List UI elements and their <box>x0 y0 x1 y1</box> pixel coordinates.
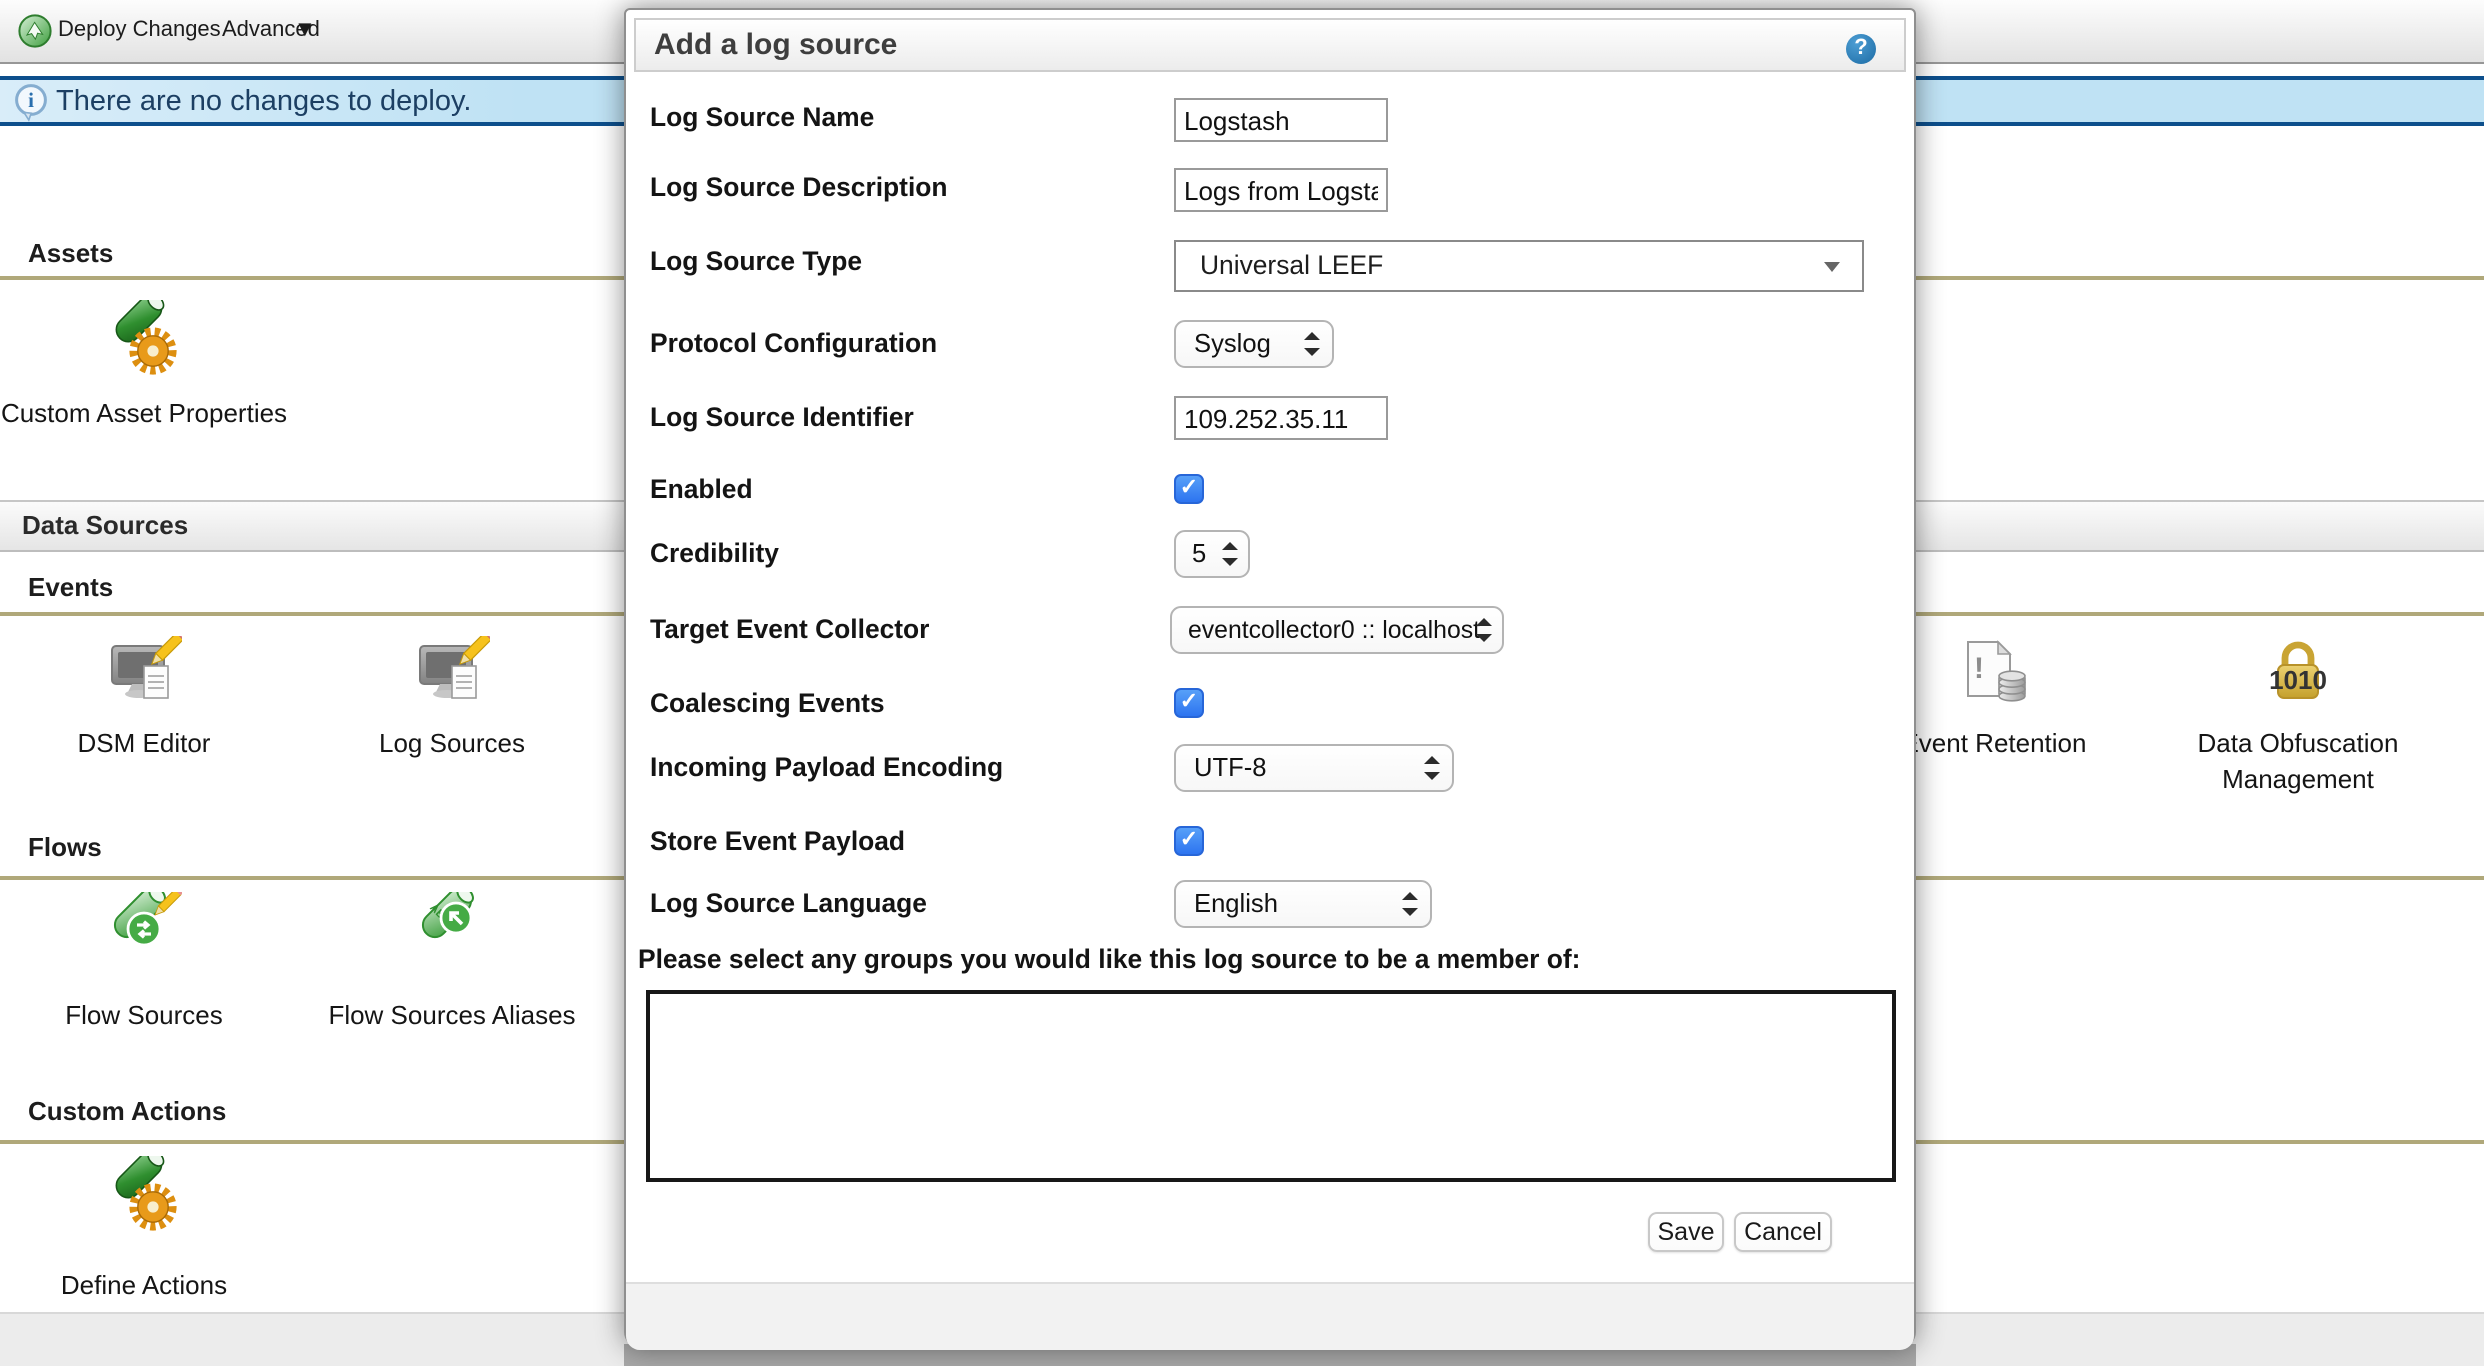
select-stepper-icon <box>1402 890 1418 918</box>
svg-text:!: ! <box>1974 652 1984 685</box>
tile-flow-sources[interactable]: Flow Sources <box>0 892 314 1034</box>
select-value: English <box>1194 882 1278 926</box>
tile-dsm-editor[interactable]: DSM Editor <box>0 636 314 762</box>
tile-define-actions[interactable]: Define Actions <box>0 1156 314 1304</box>
field-label-incoming-payload-encoding: Incoming Payload Encoding <box>650 752 1003 784</box>
padlock-binary-icon: 1010 <box>2178 636 2418 722</box>
svg-text:1010: 1010 <box>2269 665 2327 695</box>
tile-label: Log Sources <box>282 726 622 762</box>
scroll-gear-icon <box>0 300 314 386</box>
select-value: UTF-8 <box>1194 746 1267 790</box>
section-title-flows: Flows <box>28 832 102 864</box>
select-value: 5 <box>1192 532 1206 576</box>
notice-text: There are no changes to deploy. <box>56 82 471 124</box>
log-source-language-select[interactable]: English <box>1174 880 1432 928</box>
select-value: eventcollector0 :: localhost <box>1188 608 1480 652</box>
tile-label: Flow Sources Aliases <box>282 998 622 1034</box>
save-button[interactable]: Save <box>1648 1212 1724 1252</box>
tile-label: Flow Sources <box>0 998 314 1034</box>
log-source-description-input[interactable] <box>1174 168 1388 212</box>
check-icon: ✓ <box>1180 476 1198 500</box>
tile-log-sources[interactable]: Log Sources <box>282 636 622 762</box>
cancel-button[interactable]: Cancel <box>1734 1212 1832 1252</box>
section-title-events: Events <box>28 572 113 604</box>
field-label-log-source-description: Log Source Description <box>650 172 948 204</box>
field-label-coalescing-events: Coalescing Events <box>650 688 885 720</box>
field-label-target-event-collector: Target Event Collector <box>650 614 929 646</box>
chevron-down-icon <box>1824 262 1840 272</box>
section-title-data-sources: Data Sources <box>22 510 188 540</box>
dialog-footer <box>626 1282 1914 1350</box>
section-title-custom-actions: Custom Actions <box>28 1096 226 1128</box>
deploy-changes-button[interactable]: Deploy Changes <box>58 0 221 62</box>
add-log-source-dialog: Add a log source ? Log Source Name Log S… <box>624 8 1916 1348</box>
monitor-pencil-icon <box>282 636 622 722</box>
credibility-select[interactable]: 5 <box>1174 530 1250 578</box>
store-event-payload-checkbox[interactable]: ✓ <box>1174 826 1204 856</box>
monitor-pencil-icon <box>0 636 314 722</box>
field-label-protocol-configuration: Protocol Configuration <box>650 328 937 360</box>
tile-label: Custom Asset Properties <box>0 396 314 432</box>
check-icon: ✓ <box>1180 828 1198 852</box>
check-icon: ✓ <box>1180 690 1198 714</box>
protocol-configuration-select[interactable]: Syslog <box>1174 320 1334 368</box>
tile-label: Define Actions <box>0 1268 314 1304</box>
field-label-log-source-language: Log Source Language <box>650 888 927 920</box>
coalescing-events-checkbox[interactable]: ✓ <box>1174 688 1204 718</box>
info-icon: i <box>14 84 48 132</box>
field-label-credibility: Credibility <box>650 538 779 570</box>
groups-prompt: Please select any groups you would like … <box>638 944 1580 976</box>
dialog-title: Add a log source <box>654 20 897 70</box>
tile-flow-sources-aliases[interactable]: ABCD Flow Sources Aliases <box>282 892 622 1034</box>
tile-custom-asset-properties[interactable]: Custom Asset Properties <box>0 300 314 432</box>
field-label-log-source-identifier: Log Source Identifier <box>650 402 914 434</box>
section-title-assets: Assets <box>28 238 113 270</box>
groups-selection-box[interactable] <box>646 990 1896 1182</box>
select-stepper-icon <box>1222 540 1238 568</box>
field-label-log-source-name: Log Source Name <box>650 102 874 134</box>
admin-console-page: Deploy Changes Advanced ▼ i There are no… <box>0 0 2484 1366</box>
field-label-log-source-type: Log Source Type <box>650 246 862 278</box>
help-icon[interactable]: ? <box>1846 34 1876 64</box>
incoming-payload-encoding-select[interactable]: UTF-8 <box>1174 744 1454 792</box>
svg-text:i: i <box>28 88 34 112</box>
select-stepper-icon <box>1304 330 1320 358</box>
tile-label: DSM Editor <box>0 726 314 762</box>
log-source-type-dropdown[interactable]: Universal LEEF <box>1174 240 1864 292</box>
dialog-titlebar: Add a log source <box>634 18 1906 72</box>
select-value: Syslog <box>1194 322 1271 366</box>
tile-label: Data Obfuscation Management <box>2178 726 2418 798</box>
dropdown-value: Universal LEEF <box>1200 242 1383 290</box>
tile-data-obfuscation-management[interactable]: 1010 Data Obfuscation Management <box>2178 636 2418 798</box>
field-label-store-event-payload: Store Event Payload <box>650 826 905 858</box>
flow-tube-pencil-icon <box>0 892 314 978</box>
enabled-checkbox[interactable]: ✓ <box>1174 474 1204 504</box>
target-event-collector-select[interactable]: eventcollector0 :: localhost <box>1170 606 1504 654</box>
field-label-enabled: Enabled <box>650 474 753 506</box>
select-stepper-icon <box>1476 616 1492 644</box>
deploy-changes-icon <box>18 14 52 58</box>
chevron-down-icon[interactable]: ▼ <box>294 0 316 62</box>
log-source-name-input[interactable] <box>1174 98 1388 142</box>
scroll-gear-icon <box>0 1156 314 1242</box>
log-source-identifier-input[interactable] <box>1174 396 1388 440</box>
flow-tube-arrow-icon: ABCD <box>282 892 622 978</box>
select-stepper-icon <box>1424 754 1440 782</box>
